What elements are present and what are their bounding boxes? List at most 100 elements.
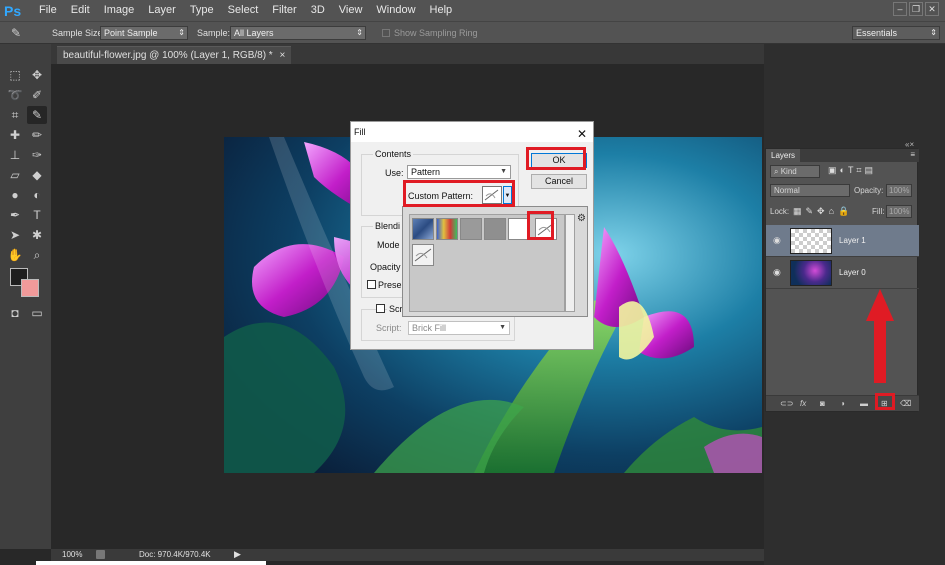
fill-label: Fill: [872,207,885,216]
script-checkbox[interactable] [376,304,385,313]
chevron-down-icon: ▼ [499,324,506,331]
layers-tab-bar: Layers ≡ [766,149,919,162]
sampling-ring-checkbox[interactable] [382,29,390,37]
pattern-swatch-3[interactable] [460,218,482,240]
pattern-swatch-1[interactable] [412,218,434,240]
background-color-swatch[interactable] [21,279,39,297]
eyedropper-tool-icon[interactable]: ✎ [27,106,47,124]
menu-layer[interactable]: Layer [141,0,183,21]
opacity-label: Opacity: [854,186,884,195]
eyedropper-icon[interactable]: ✎ [6,24,26,42]
photoshop-logo: Ps [4,2,22,19]
close-icon[interactable]: ✕ [925,2,939,16]
quick-mask-icon[interactable]: ◘ [5,304,25,322]
workspace-select[interactable]: Essentials ⇕ [852,26,940,40]
tab-close-icon[interactable]: × [279,50,285,61]
script-label: Script: [376,323,402,333]
chevron-icon: ⇕ [356,28,363,37]
panel-menu-icon[interactable]: ≡ [910,150,915,159]
pattern-swatch-7[interactable] [412,244,434,266]
search-icon: ⌕ [774,167,781,176]
bucket-icon[interactable]: ◆ [27,166,47,184]
dodge-icon[interactable]: ◐ [27,186,47,204]
layer-name[interactable]: Layer 0 [839,268,866,277]
healing-icon[interactable]: ✚ [5,126,25,144]
menu-help[interactable]: Help [423,0,460,21]
adjustment-icon[interactable]: ◑ [840,399,845,408]
layers-tab[interactable]: Layers [766,149,801,162]
kind-filter-select[interactable]: ⌕ Kind [770,165,820,178]
menu-image[interactable]: Image [97,0,142,21]
menu-type[interactable]: Type [183,0,221,21]
pattern-scrollbar[interactable] [565,214,575,312]
filter-icons[interactable]: ▣◐T⌗▤ [828,165,876,176]
mask-icon[interactable]: ◙ [820,399,825,408]
blur-icon[interactable]: ● [5,186,25,204]
menu-3d[interactable]: 3D [304,0,332,21]
eye-icon[interactable]: ◉ [773,236,783,245]
type-icon[interactable]: T [27,206,47,224]
red-arrow-head [866,289,894,321]
link-icon[interactable]: ⊂⊃ [780,399,793,408]
layer-thumbnail [790,260,832,286]
pattern-swatch-4[interactable] [484,218,506,240]
taskbar-strip [36,561,266,565]
fill-field[interactable]: 100% [886,205,912,218]
sample-label: Sample: [197,28,231,38]
layer-name[interactable]: Layer 1 [839,236,866,245]
pattern-picker-popup: ⚙ [402,206,588,317]
close-icon[interactable]: ✕ [577,124,587,144]
menu-select[interactable]: Select [221,0,266,21]
gear-icon[interactable]: ⚙ [577,213,586,224]
trash-icon[interactable]: ⌫ [900,399,911,408]
dialog-title: Fill [354,127,366,137]
document-tab[interactable]: beautiful-flower.jpg @ 100% (Layer 1, RG… [57,46,292,64]
preserve-checkbox[interactable] [367,280,376,289]
sample-select[interactable]: All Layers ⇕ [230,26,366,40]
layer-row-layer-0[interactable]: ◉ Layer 0 [766,257,919,289]
script-select[interactable]: Brick Fill ▼ [408,321,510,335]
lasso-icon[interactable]: ➰ [5,86,25,104]
menu-file[interactable]: File [32,0,64,21]
eraser-icon[interactable]: ▱ [5,166,25,184]
blend-mode-select[interactable]: Normal [770,184,850,197]
sample-size-select[interactable]: Point Sample ⇕ [100,26,188,40]
zoom-icon[interactable]: ⌕ [27,246,47,264]
move-icon[interactable]: ✥ [27,66,47,84]
layer-thumbnail [790,228,832,254]
folder-icon[interactable]: ▬ [860,399,868,408]
mode-label: Mode [377,240,400,250]
layers-footer: ⊂⊃ fx ◙ ◑ ▬ ⊞ ⌫ [766,395,919,411]
pen-icon[interactable]: ✒ [5,206,25,224]
path-select-icon[interactable]: ➤ [5,226,25,244]
menu-edit[interactable]: Edit [64,0,97,21]
minimize-icon[interactable]: – [893,2,907,16]
opacity-field[interactable]: 100% [886,184,912,197]
lock-icons[interactable]: ▦✎✥⌂🔒 [793,206,853,217]
shape-icon[interactable]: ✱ [27,226,47,244]
quick-select-icon[interactable]: ✐ [27,86,47,104]
hand-icon[interactable]: ✋ [5,246,25,264]
menu-view[interactable]: View [332,0,370,21]
use-select[interactable]: Pattern ▼ [407,165,511,179]
history-brush-icon[interactable]: ✑ [27,146,47,164]
marquee-icon[interactable]: ⬚ [5,66,25,84]
info-icon[interactable] [96,550,105,559]
zoom-level[interactable]: 100% [62,550,82,559]
lock-label: Lock: [770,207,790,216]
cancel-button[interactable]: Cancel [531,174,587,189]
pattern-swatch-2[interactable] [436,218,458,240]
menu-filter[interactable]: Filter [265,0,303,21]
brush-icon[interactable]: ✏ [27,126,47,144]
crop-icon[interactable]: ⌗ [5,106,25,124]
layer-row-layer-1[interactable]: ◉ Layer 1 [766,225,919,257]
menu-window[interactable]: Window [369,0,422,21]
eye-icon[interactable]: ◉ [773,268,783,277]
screen-mode-icon[interactable]: ▭ [27,304,47,322]
sample-size-label: Sample Size: [52,28,106,38]
restore-icon[interactable]: ❐ [909,2,923,16]
fx-icon[interactable]: fx [800,399,806,408]
dialog-title-bar: Fill ✕ [351,122,593,142]
stamp-icon[interactable]: ⊥ [5,146,25,164]
status-arrow-icon[interactable]: ▶ [234,549,241,560]
